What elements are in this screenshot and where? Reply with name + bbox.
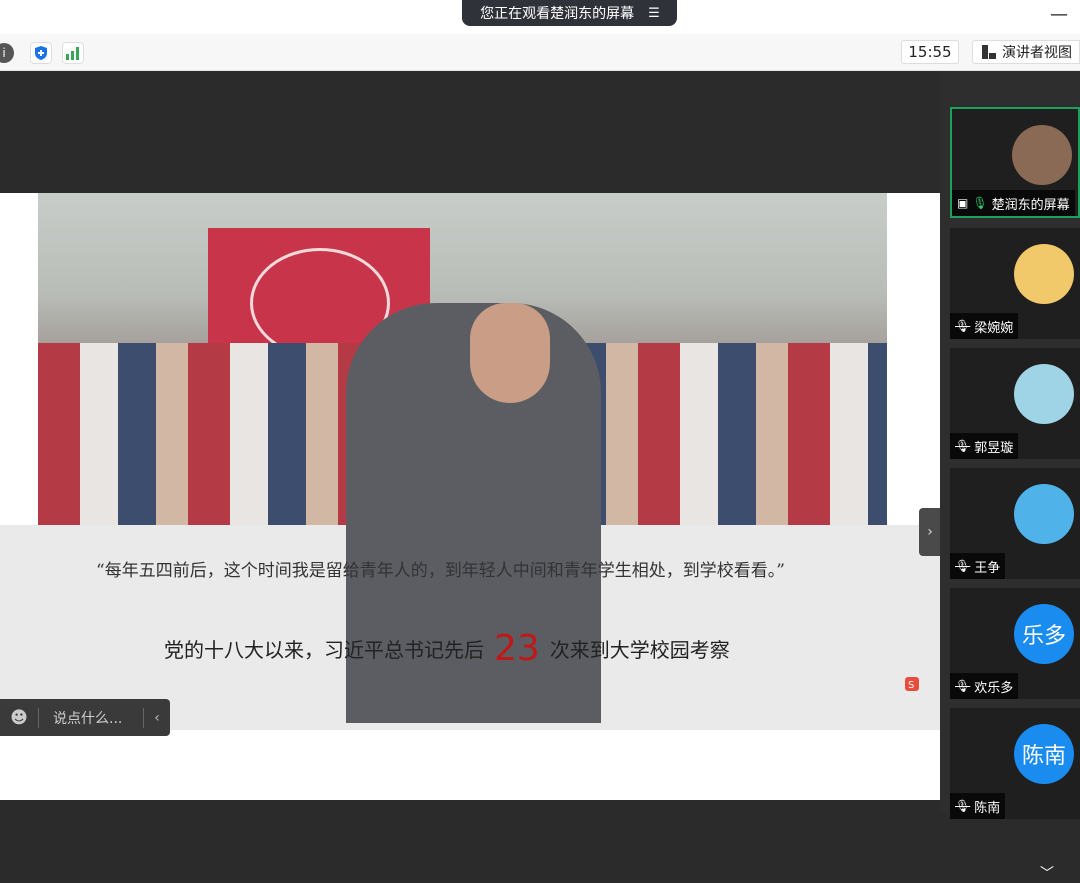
participant-nameplate: 🎙 郭昱璇 [950, 433, 1019, 459]
meeting-toolbar: i 15:55 演讲者视图 [0, 34, 1080, 71]
participant-nameplate: 🎙 陈南 [950, 793, 1006, 819]
participant-tile[interactable]: ▣ 🎙 楚润东的屏幕 [950, 107, 1080, 218]
participant-tile[interactable]: 乐多 🎙 欢乐多 [950, 588, 1080, 699]
participant-nameplate: ▣ 🎙 楚润东的屏幕 [952, 190, 1075, 216]
minimize-button[interactable]: — [1050, 4, 1068, 25]
microphone-muted-icon: 🎙 [955, 559, 971, 573]
network-signal-icon[interactable] [62, 42, 84, 64]
participant-avatar: 乐多 [1014, 604, 1074, 664]
stat-number: 23 [494, 628, 540, 669]
screen-share-icon: ▣ [957, 196, 969, 210]
participant-name: 楚润东的屏幕 [991, 197, 1070, 213]
presenter-view-label: 演讲者视图 [1002, 45, 1072, 61]
share-status-text: 您正在观看楚润东的屏幕 [480, 6, 635, 22]
participant-avatar [1014, 364, 1074, 424]
participant-nameplate: 🎙 王争 [950, 553, 1006, 579]
participant-tile[interactable]: 陈南 🎙 陈南 [950, 708, 1080, 819]
participant-nameplate: 🎙 梁婉婉 [950, 313, 1019, 339]
participant-name: 梁婉婉 [974, 320, 1014, 336]
participant-tile[interactable]: 🎙 郭昱璇 [950, 348, 1080, 459]
microphone-muted-icon: 🎙 [955, 439, 971, 453]
stat-prefix: 党的十八大以来，习近平总书记先后 [164, 638, 484, 662]
participant-name: 欢乐多 [974, 680, 1014, 696]
participant-name: 王争 [974, 560, 1001, 576]
slide-quote: “每年五四前后，这个时间我是留给青年人的，到年轻人中间和青年学生相处，到学校看看… [96, 561, 785, 581]
microphone-on-icon: 🎙 [972, 196, 988, 210]
meeting-clock: 15:55 [901, 40, 959, 64]
stat-suffix: 次来到大学校园考察 [549, 638, 730, 662]
participant-name: 郭昱璇 [974, 440, 1014, 456]
participant-tile[interactable]: 🎙 梁婉婉 [950, 228, 1080, 339]
person-head [470, 303, 550, 403]
participant-nameplate: 🎙 欢乐多 [950, 673, 1019, 699]
participant-avatar: 陈南 [1014, 724, 1074, 784]
chevron-left-icon[interactable]: ‹ [144, 710, 170, 726]
emoji-icon[interactable]: ☻ [0, 708, 38, 728]
slide-stat: 党的十八大以来，习近平总书记先后 23 次来到大学校园考察 [164, 628, 730, 669]
participant-avatar [1012, 125, 1072, 185]
screen-share-status[interactable]: 您正在观看楚润东的屏幕 ☰ [462, 0, 677, 26]
participant-name: 陈南 [974, 800, 1001, 816]
participant-tile[interactable]: 🎙 王争 [950, 468, 1080, 579]
collapse-gallery-button[interactable]: › [919, 508, 941, 556]
microphone-muted-icon: 🎙 [955, 679, 971, 693]
chat-input-bar[interactable]: ☻ 说点什么... ‹ [0, 699, 170, 736]
window-titlebar: 您正在观看楚润东的屏幕 ☰ — [0, 0, 1080, 34]
menu-icon[interactable]: ☰ [648, 6, 660, 21]
info-icon[interactable]: i [0, 43, 14, 63]
presenter-view-icon [982, 45, 996, 59]
microphone-muted-icon: 🎙 [955, 319, 971, 333]
svg-text:S: S [908, 680, 914, 691]
security-shield-icon[interactable] [30, 42, 52, 64]
chevron-down-icon[interactable]: ﹀ [1040, 863, 1054, 883]
presenter-view-button[interactable]: 演讲者视图 [972, 40, 1080, 64]
chat-input[interactable]: 说点什么... [39, 708, 143, 728]
participant-avatar [1014, 484, 1074, 544]
input-method-icon: S [905, 677, 935, 693]
microphone-muted-icon: 🎙 [955, 799, 971, 813]
participant-avatar [1014, 244, 1074, 304]
